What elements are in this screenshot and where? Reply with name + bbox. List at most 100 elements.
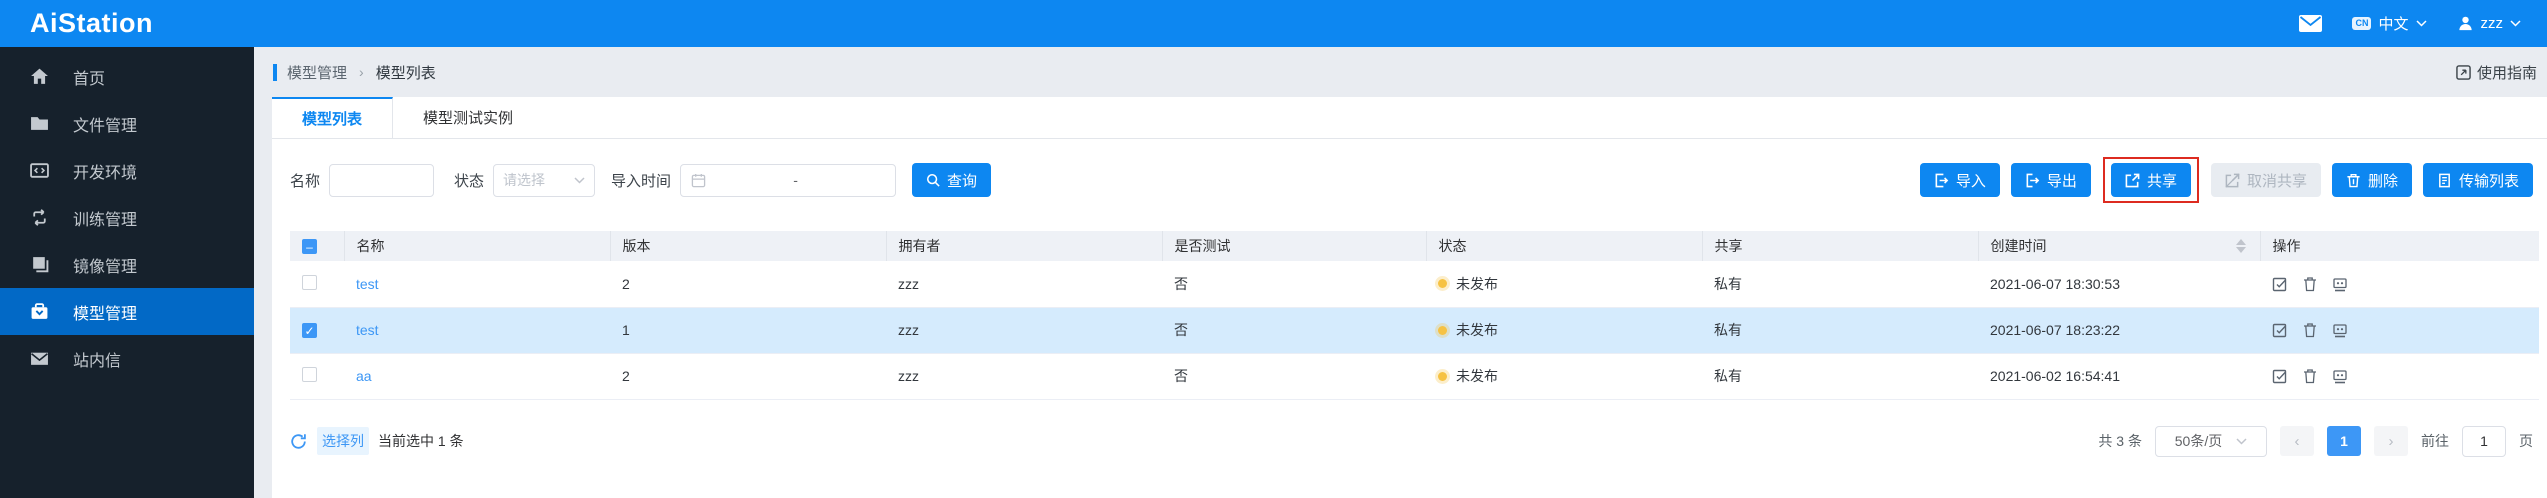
table-header-row: – 名称 版本 拥有者 是否测试 状态 共享 创建时间 操作 xyxy=(290,231,2539,261)
share-cell: 私有 xyxy=(1714,322,1742,338)
column-header-name: 名称 xyxy=(343,231,610,261)
transfer-list-icon xyxy=(2437,173,2452,188)
goto-suffix-label: 页 xyxy=(2519,433,2533,449)
username-label: zzz xyxy=(2480,15,2504,32)
column-header-owner: 拥有者 xyxy=(885,231,1162,261)
table-footer: 选择列 当前选中 1 条 共 3 条 50条/页 ‹ 1 › 前往 页 xyxy=(290,425,2533,457)
created-cell: 2021-06-02 16:54:41 xyxy=(1990,368,2120,384)
delete-row-icon[interactable] xyxy=(2302,322,2318,338)
tab-bar: 模型列表 模型测试实例 xyxy=(272,97,2547,139)
language-switcher[interactable]: CN 中文 xyxy=(2352,13,2427,34)
image-layers-icon xyxy=(30,255,49,274)
model-name-link[interactable]: test xyxy=(356,276,379,292)
sort-carets-icon[interactable] xyxy=(2235,239,2246,253)
breadcrumb-separator: › xyxy=(359,64,364,80)
table-row[interactable]: aa 2 zzz 否 未发布 私有 2021-06-02 16:54:41 xyxy=(290,353,2539,399)
table-row[interactable]: test 2 zzz 否 未发布 私有 2021-06-07 18:30:53 xyxy=(290,261,2539,307)
column-header-version: 版本 xyxy=(609,231,886,261)
owner-cell: zzz xyxy=(898,322,919,338)
sidebar: 首页 文件管理 开发环境 训练管理 镜像管理 模型管理 站内信 xyxy=(0,47,254,498)
import-time-range-picker[interactable]: - xyxy=(680,163,897,197)
calendar-icon xyxy=(691,173,706,188)
unshare-button[interactable]: 取消共享 xyxy=(2210,163,2321,197)
publish-icon[interactable] xyxy=(2332,322,2348,338)
status-filter-select[interactable]: 请选择 xyxy=(493,163,596,197)
tab-model-test-instance[interactable]: 模型测试实例 xyxy=(393,97,543,138)
sidebar-item-label: 开发环境 xyxy=(73,164,138,182)
created-cell: 2021-06-07 18:23:22 xyxy=(1990,322,2120,338)
breadcrumb-current: 模型列表 xyxy=(375,64,436,82)
row-checkbox[interactable] xyxy=(302,274,317,290)
model-name-link[interactable]: test xyxy=(356,322,379,338)
breadcrumb-parent[interactable]: 模型管理 xyxy=(287,62,347,83)
delete-button[interactable]: 删除 xyxy=(2331,163,2412,197)
page-size-select[interactable]: 50条/页 xyxy=(2155,425,2267,457)
status-label: 未发布 xyxy=(1456,275,1498,292)
status-label: 未发布 xyxy=(1456,368,1498,384)
total-count-label: 共 3 条 xyxy=(2098,433,2142,449)
sidebar-item-images[interactable]: 镜像管理 xyxy=(0,241,254,288)
folder-icon xyxy=(30,114,49,133)
chevron-down-icon xyxy=(2510,20,2521,27)
prev-page-button[interactable]: ‹ xyxy=(2280,426,2314,456)
language-badge-icon: CN xyxy=(2352,17,2372,30)
sidebar-item-files[interactable]: 文件管理 xyxy=(0,100,254,147)
created-cell: 2021-06-07 18:30:53 xyxy=(1990,275,2120,292)
home-icon xyxy=(30,67,49,86)
sidebar-item-home[interactable]: 首页 xyxy=(0,53,254,100)
edit-icon[interactable] xyxy=(2272,368,2288,384)
model-box-icon xyxy=(30,302,49,321)
code-window-icon xyxy=(30,161,49,180)
export-icon xyxy=(2025,173,2040,188)
tab-model-list[interactable]: 模型列表 xyxy=(272,97,394,138)
chevron-down-icon xyxy=(574,176,585,184)
search-icon xyxy=(926,173,940,187)
import-button[interactable]: 导入 xyxy=(1919,163,2000,197)
selected-count-label: 当前选中 1 条 xyxy=(378,433,464,449)
app-logo: AiStation xyxy=(30,8,153,38)
select-all-checkbox[interactable]: – xyxy=(302,239,317,255)
name-filter-input[interactable] xyxy=(329,163,435,197)
delete-button-label: 删除 xyxy=(2367,172,2398,190)
edit-icon[interactable] xyxy=(2272,322,2288,338)
next-page-button[interactable]: › xyxy=(2374,426,2408,456)
goto-page-input[interactable] xyxy=(2462,425,2506,457)
share-button[interactable]: 共享 xyxy=(2110,163,2191,197)
user-guide-link[interactable]: 使用指南 xyxy=(2456,62,2537,83)
refresh-icon[interactable] xyxy=(290,433,307,450)
messages-button[interactable] xyxy=(2299,15,2323,32)
row-checkbox[interactable]: ✓ xyxy=(302,323,317,339)
breadcrumb: 模型管理 › 模型列表 使用指南 xyxy=(254,47,2547,97)
export-button[interactable]: 导出 xyxy=(2010,163,2091,197)
current-page-button[interactable]: 1 xyxy=(2327,426,2361,456)
column-header-tested: 是否测试 xyxy=(1161,231,1426,261)
sidebar-item-inbox[interactable]: 站内信 xyxy=(0,335,254,382)
sidebar-item-models[interactable]: 模型管理 xyxy=(0,288,254,335)
column-header-actions: 操作 xyxy=(2259,231,2539,261)
table-row-selected[interactable]: ✓ test 1 zzz 否 未发布 私有 2021-06-07 18:23:2… xyxy=(290,307,2539,353)
status-dot xyxy=(1438,371,1447,381)
model-name-link[interactable]: aa xyxy=(356,368,372,384)
edit-icon[interactable] xyxy=(2272,276,2288,292)
search-button-label: 查询 xyxy=(947,172,978,190)
export-button-label: 导出 xyxy=(2046,172,2077,190)
sidebar-item-training[interactable]: 训练管理 xyxy=(0,194,254,241)
publish-icon[interactable] xyxy=(2332,368,2348,384)
delete-row-icon[interactable] xyxy=(2302,368,2318,384)
share-cell: 私有 xyxy=(1714,368,1742,384)
transfer-list-button[interactable]: 传输列表 xyxy=(2422,163,2533,197)
date-range-separator: - xyxy=(793,172,798,188)
status-label: 未发布 xyxy=(1456,322,1498,338)
sidebar-item-dev-env[interactable]: 开发环境 xyxy=(0,147,254,194)
status-filter-label: 状态 xyxy=(454,172,485,190)
share-cell: 私有 xyxy=(1714,275,1742,292)
row-checkbox[interactable] xyxy=(302,367,317,382)
version-cell: 2 xyxy=(622,275,630,292)
delete-row-icon[interactable] xyxy=(2302,276,2318,292)
publish-icon[interactable] xyxy=(2332,276,2348,292)
search-button[interactable]: 查询 xyxy=(912,163,992,197)
sidebar-item-label: 模型管理 xyxy=(73,305,138,323)
select-columns-button[interactable]: 选择列 xyxy=(317,427,369,455)
pagination: 共 3 条 50条/页 ‹ 1 › 前往 页 xyxy=(2098,425,2533,457)
user-menu[interactable]: zzz xyxy=(2457,15,2522,32)
